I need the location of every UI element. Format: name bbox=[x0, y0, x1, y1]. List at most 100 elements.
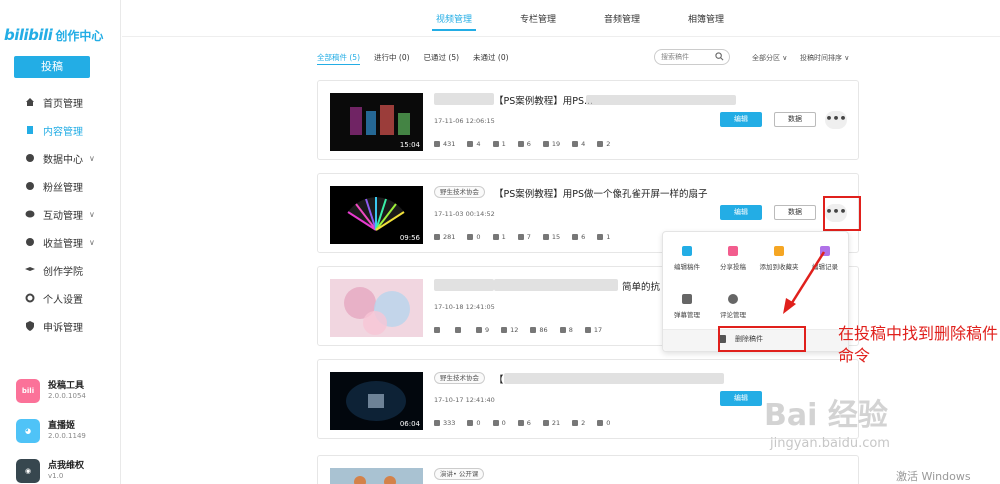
video-thumbnail[interactable] bbox=[330, 468, 423, 484]
tab-audio[interactable]: 音频管理 bbox=[604, 12, 640, 32]
stat-likes: 4 bbox=[572, 140, 585, 148]
play-icon bbox=[434, 327, 440, 333]
filter-rejected[interactable]: 未通过 (0) bbox=[473, 52, 509, 63]
filter-passed[interactable]: 已通过 (5) bbox=[424, 52, 460, 63]
coin-icon bbox=[501, 327, 508, 333]
annotation-arrow-icon bbox=[783, 251, 826, 314]
comment-icon bbox=[728, 294, 738, 304]
stat-value: 21 bbox=[551, 419, 561, 427]
category-tag: 野生技术协会 bbox=[434, 186, 485, 198]
more-button[interactable]: ••• bbox=[825, 111, 847, 129]
gear-icon bbox=[25, 293, 35, 303]
tool-rights[interactable]: ◉ 点我维权 v1.0 bbox=[16, 453, 86, 484]
academy-icon bbox=[25, 265, 35, 275]
divider bbox=[122, 36, 1000, 37]
video-title[interactable]: 【PS案例教程】用PS... bbox=[494, 93, 593, 107]
menu-item-comment[interactable]: 评论管理 bbox=[709, 294, 757, 319]
sidebar-item-label: 互动管理 bbox=[43, 210, 83, 222]
video-thumbnail[interactable]: 09:56 bbox=[330, 186, 423, 244]
sidebar-item-appeal[interactable]: 申诉管理 bbox=[0, 312, 121, 340]
danmaku-icon bbox=[467, 141, 474, 147]
stat-value: 4 bbox=[581, 140, 586, 148]
os-activation-notice: 激活 Windows bbox=[896, 470, 971, 483]
stat-value: 4 bbox=[476, 140, 481, 148]
tool-live[interactable]: ◕ 直播姬 2.0.0.1149 bbox=[16, 413, 86, 449]
danmaku-icon bbox=[467, 234, 474, 240]
stat-comments: 1 bbox=[492, 140, 506, 148]
stat-danmaku: 0 bbox=[467, 233, 481, 241]
comment-icon bbox=[476, 327, 482, 333]
play-icon bbox=[434, 420, 440, 426]
sidebar-item-income[interactable]: 收益管理 ∨ bbox=[0, 228, 121, 256]
video-duration: 06:04 bbox=[399, 420, 420, 428]
filter-all[interactable]: 全部稿件 (5) bbox=[317, 52, 361, 65]
tab-video[interactable]: 视频管理 bbox=[431, 12, 477, 32]
sidebar-item-data[interactable]: 数据中心 ∨ bbox=[0, 144, 121, 172]
stat-value: 86 bbox=[539, 326, 548, 334]
video-title[interactable]: 【PS案例教程】用PS做一个像孔雀开屏一样的扇子 bbox=[494, 186, 708, 200]
tab-album[interactable]: 相簿管理 bbox=[688, 12, 724, 32]
sort-dropdown-label: 投稿时间排序 bbox=[800, 54, 842, 62]
stat-favorites: 15 bbox=[542, 233, 560, 241]
chevron-down-icon: ∨ bbox=[782, 54, 788, 62]
video-date: 17-11-03 00:14:52 bbox=[434, 210, 495, 218]
data-button[interactable]: 数据 bbox=[774, 112, 816, 127]
stat-comments: 0 bbox=[492, 419, 506, 427]
menu-item-share[interactable]: 分享投稿 bbox=[709, 246, 757, 271]
blurred-title bbox=[586, 95, 736, 105]
sidebar-nav: 首页管理 内容管理 数据中心 ∨ 粉丝管理 互动管理 ∨ 收益管理 ∨ 创作学院 bbox=[0, 88, 121, 340]
post-tool-icon: bili bbox=[16, 379, 40, 403]
video-thumbnail[interactable]: 15:04 bbox=[330, 93, 423, 151]
sidebar-item-label: 首页管理 bbox=[43, 98, 83, 110]
post-button[interactable]: 投稿 bbox=[14, 56, 90, 78]
menu-item-edit[interactable]: 编辑稿件 bbox=[663, 246, 711, 271]
video-title[interactable]: 【 bbox=[494, 372, 504, 386]
video-duration: 15:04 bbox=[399, 141, 420, 149]
sidebar-item-label: 创作学院 bbox=[43, 266, 83, 278]
stat-shares: 2 bbox=[597, 140, 610, 148]
search-icon[interactable] bbox=[715, 52, 724, 61]
stat-views bbox=[434, 326, 443, 334]
blurred-title bbox=[504, 373, 724, 384]
data-button[interactable]: 数据 bbox=[774, 205, 816, 220]
sidebar-item-content[interactable]: 内容管理 bbox=[0, 116, 121, 144]
coin-icon bbox=[517, 420, 524, 426]
filter-in-progress[interactable]: 进行中 (0) bbox=[374, 52, 410, 63]
sidebar-item-home[interactable]: 首页管理 bbox=[0, 88, 121, 116]
video-thumbnail[interactable] bbox=[330, 279, 423, 337]
tab-column[interactable]: 专栏管理 bbox=[520, 12, 556, 32]
live-tool-icon: ◕ bbox=[16, 419, 40, 443]
chevron-down-icon: ∨ bbox=[844, 54, 850, 62]
category-tag: 演讲• 公开课 bbox=[434, 468, 485, 480]
stat-views: 333 bbox=[434, 419, 455, 427]
sidebar: bilibili 创作中心 投稿 首页管理 内容管理 数据中心 ∨ 粉丝管理 互… bbox=[0, 0, 121, 484]
menu-item-danmaku[interactable]: 弹幕管理 bbox=[663, 294, 711, 319]
edit-button[interactable]: 编辑 bbox=[720, 205, 762, 220]
sidebar-item-settings[interactable]: 个人设置 bbox=[0, 284, 121, 312]
share-icon bbox=[597, 420, 604, 426]
stat-value: 6 bbox=[526, 419, 531, 427]
stat-value: 2 bbox=[606, 140, 611, 148]
video-title[interactable]: 简单的抗 bbox=[622, 279, 660, 293]
logo[interactable]: bilibili 创作中心 bbox=[4, 26, 103, 44]
stat-danmaku: 0 bbox=[467, 419, 481, 427]
stat-likes: 8 bbox=[559, 326, 573, 334]
edit-button[interactable]: 编辑 bbox=[720, 112, 762, 127]
sidebar-item-interaction[interactable]: 互动管理 ∨ bbox=[0, 200, 121, 228]
danmaku-icon bbox=[682, 294, 692, 304]
sidebar-item-fans[interactable]: 粉丝管理 bbox=[0, 172, 121, 200]
sidebar-item-academy[interactable]: 创作学院 bbox=[0, 256, 121, 284]
chevron-down-icon: ∨ bbox=[89, 237, 95, 247]
sort-dropdown[interactable]: 投稿时间排序 ∨ bbox=[800, 53, 849, 63]
tool-name: 点我维权 bbox=[48, 461, 85, 471]
share-icon bbox=[597, 234, 604, 240]
danmaku-icon bbox=[467, 420, 474, 426]
rights-tool-icon: ◉ bbox=[16, 459, 40, 483]
zone-dropdown[interactable]: 全部分区 ∨ bbox=[752, 53, 787, 63]
tool-version: v1.0 bbox=[48, 472, 64, 480]
stat-coins: 6 bbox=[517, 140, 531, 148]
video-thumbnail[interactable]: 06:04 bbox=[330, 372, 423, 430]
search-input[interactable]: 搜索稿件 bbox=[654, 49, 730, 65]
tool-post[interactable]: bili 投稿工具 2.0.0.1054 bbox=[16, 373, 86, 409]
edit-button[interactable]: 编辑 bbox=[720, 391, 762, 406]
